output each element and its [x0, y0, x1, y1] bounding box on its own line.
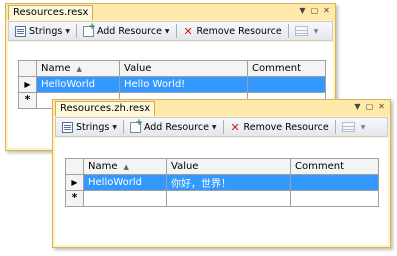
document-tab[interactable]: Resources.zh.resx — [55, 101, 156, 116]
dropdown-icon[interactable]: ▼ — [165, 28, 170, 35]
new-row-icon: * — [24, 93, 31, 106]
window-buttons: ▼ ▢ ✕ — [298, 5, 331, 17]
column-header-value[interactable]: Value — [119, 60, 248, 77]
views-button[interactable]: ▼ — [293, 23, 321, 39]
strings-label: Strings — [76, 121, 110, 133]
column-header-value[interactable]: Value — [166, 158, 291, 175]
dropdown-icon[interactable]: ▼ — [112, 124, 117, 131]
column-header-name[interactable]: Name ▲ — [36, 60, 120, 77]
column-header-name[interactable]: Name ▲ — [83, 158, 167, 175]
separator — [334, 120, 336, 134]
name-cell[interactable]: HelloWorld — [36, 76, 120, 93]
add-resource-label: Add Resource — [96, 25, 162, 37]
column-header-comment[interactable]: Comment — [247, 60, 326, 77]
corner-header[interactable] — [65, 158, 84, 175]
strings-icon — [15, 25, 26, 37]
document-tab[interactable]: Resources.resx — [8, 5, 94, 20]
remove-icon: ✕ — [230, 120, 240, 134]
remove-resource-label: Remove Resource — [243, 121, 329, 133]
row-pointer-icon: ▶ — [24, 80, 31, 89]
name-cell[interactable]: HelloWorld — [83, 174, 167, 191]
value-cell[interactable]: 你好，世界！ — [166, 174, 291, 191]
separator — [75, 24, 77, 38]
row-pointer-icon: ▶ — [71, 178, 78, 187]
title-bar: Resources.resx ▼ ▢ ✕ — [6, 4, 335, 20]
remove-resource-button[interactable]: ✕ Remove Resource — [228, 119, 331, 135]
sort-icon: ▲ — [76, 65, 82, 73]
pin-icon[interactable]: ▢ — [310, 5, 319, 17]
row-header[interactable]: ▶ — [65, 174, 84, 191]
dropdown-icon[interactable]: ▼ — [361, 124, 366, 131]
strings-button[interactable]: Strings ▼ — [60, 119, 119, 135]
window-buttons: ▼ ▢ ✕ — [353, 101, 386, 113]
title-bar: Resources.zh.resx ▼ ▢ ✕ — [53, 100, 390, 116]
resource-toolbar: Strings ▼ Add Resource ▼ ✕ Remove Resour… — [55, 117, 388, 137]
dropdown-icon[interactable]: ▼ — [212, 124, 217, 131]
new-row[interactable]: * — [65, 190, 379, 207]
strings-label: Strings — [29, 25, 63, 37]
grid-area: Name ▲ Value Comment ▶ HelloWorld 你好，世界！ … — [55, 138, 388, 245]
name-cell[interactable] — [83, 190, 167, 207]
resources-zh-resx-window: Resources.zh.resx ▼ ▢ ✕ Strings ▼ Add Re… — [52, 99, 391, 248]
add-resource-label: Add Resource — [143, 121, 209, 133]
dropdown-icon[interactable]: ▼ — [353, 101, 362, 113]
close-icon[interactable]: ✕ — [322, 5, 331, 17]
value-cell[interactable]: Hello World! — [119, 76, 248, 93]
row-header[interactable]: * — [18, 92, 37, 109]
add-resource-icon — [82, 22, 96, 37]
sort-icon: ▲ — [123, 163, 129, 171]
close-icon[interactable]: ✕ — [377, 101, 386, 113]
views-icon — [341, 122, 355, 132]
remove-resource-button[interactable]: ✕ Remove Resource — [181, 23, 284, 39]
comment-cell[interactable] — [247, 76, 326, 93]
column-header-comment[interactable]: Comment — [290, 158, 379, 175]
pin-icon[interactable]: ▢ — [365, 101, 374, 113]
dropdown-icon[interactable]: ▼ — [314, 28, 319, 35]
strings-button[interactable]: Strings ▼ — [13, 23, 72, 39]
separator — [287, 24, 289, 38]
separator — [175, 24, 177, 38]
row-header[interactable]: ▶ — [18, 76, 37, 93]
table-row[interactable]: ▶ HelloWorld 你好，世界！ — [65, 174, 379, 191]
views-button[interactable]: ▼ — [340, 119, 368, 135]
resource-grid: Name ▲ Value Comment ▶ HelloWorld 你好，世界！ … — [65, 158, 379, 207]
comment-cell[interactable] — [290, 190, 379, 207]
remove-resource-label: Remove Resource — [196, 25, 282, 37]
add-resource-icon — [129, 118, 143, 133]
row-header[interactable]: * — [65, 190, 84, 207]
value-cell[interactable] — [166, 190, 291, 207]
dropdown-icon[interactable]: ▼ — [298, 5, 307, 17]
add-resource-button[interactable]: Add Resource ▼ — [128, 118, 219, 135]
separator — [222, 120, 224, 134]
corner-header[interactable] — [18, 60, 37, 77]
dropdown-icon[interactable]: ▼ — [65, 28, 70, 35]
views-icon — [294, 26, 308, 36]
resource-toolbar: Strings ▼ Add Resource ▼ ✕ Remove Resour… — [8, 21, 333, 41]
table-row[interactable]: ▶ HelloWorld Hello World! — [18, 76, 326, 93]
strings-icon — [62, 121, 73, 133]
separator — [122, 120, 124, 134]
add-resource-button[interactable]: Add Resource ▼ — [81, 22, 172, 39]
new-row-icon: * — [71, 191, 78, 204]
remove-icon: ✕ — [183, 24, 193, 38]
comment-cell[interactable] — [290, 174, 379, 191]
